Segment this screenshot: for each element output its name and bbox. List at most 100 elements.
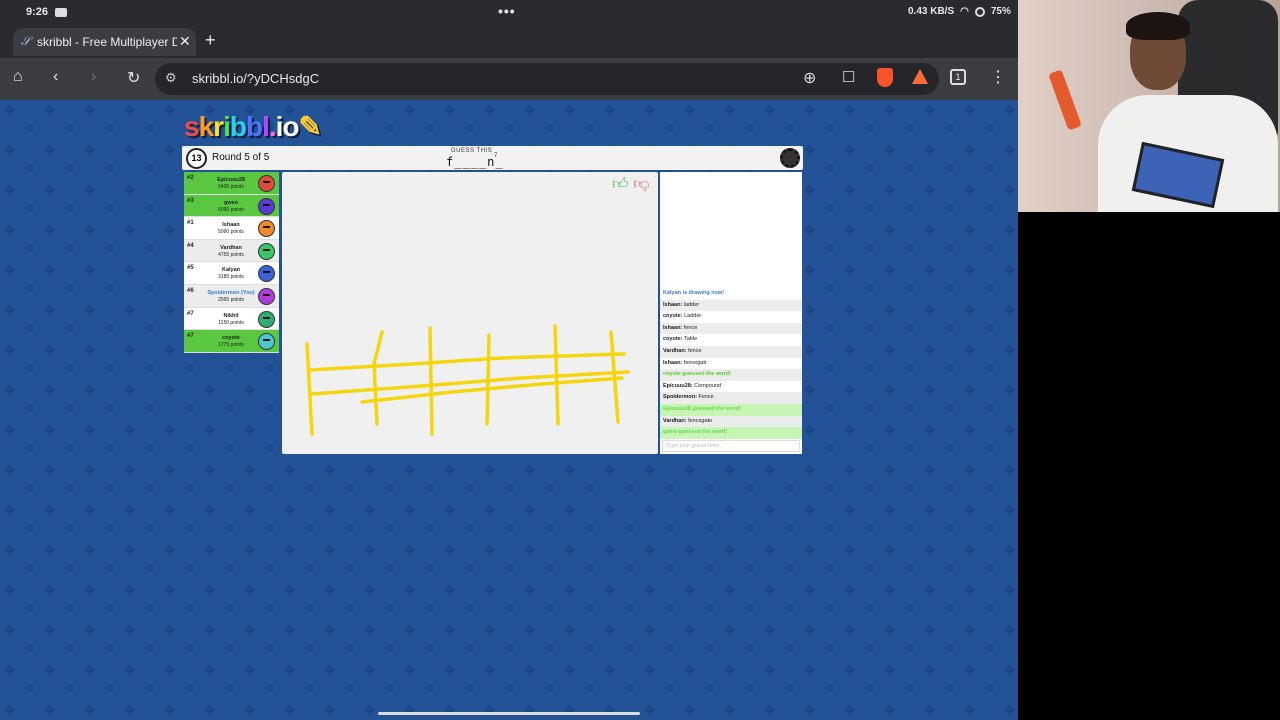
player-avatar [258,265,275,283]
stroke-post-3 [428,326,434,436]
player-points: 5090 points [218,206,244,213]
chat-message: coyote guessed the word! [660,369,802,381]
new-tab-button[interactable]: + [205,30,216,51]
player-rank: #3 [187,197,194,204]
player-row[interactable]: #6 Spoidermon (You) 2595 points [184,284,279,308]
bookmark-icon[interactable]: ☐ [842,68,855,86]
player-row[interactable]: #4 Vardhan 4755 points [184,239,279,263]
settings-gear-icon[interactable] [780,148,800,168]
player-rank: #2 [187,175,194,181]
player-rank: #6 [187,287,194,294]
chat-text: ladder [683,301,700,308]
browser-tab[interactable]: 𝒮 skribbl - Free Multiplayer Dra ✕ [13,28,196,56]
player-row[interactable]: #5 Kalyan 3185 points [184,262,279,285]
player-name: Nikhil [223,312,239,319]
forward-icon[interactable]: › [91,68,96,86]
streamer-hair [1126,12,1190,40]
status-right: 0.43 KB/S ◠ 75% [908,6,1011,17]
youtube-notification-icon [55,8,67,17]
clock-time: 9:26 [26,6,49,18]
player-rank: #4 [187,242,194,249]
player-row[interactable]: #3 gwen 5090 points [184,194,279,218]
back-icon[interactable]: ‹ [53,68,58,86]
chat-text: fencegate [688,417,713,424]
chat-text: Compound [694,382,722,389]
chat-author: Vardhan: [663,347,687,354]
url-text[interactable]: skribbl.io/?yDCHsdgC [192,71,319,86]
home-gesture-bar[interactable] [378,712,640,715]
chat-text: fencegatr [683,359,707,366]
chat-text: Table [684,336,698,343]
player-row[interactable]: #1 Ishaan 5990 points [184,217,279,240]
player-points: 2595 points [218,296,244,303]
chat-message: Epicuuu28 guessed the word! [660,403,802,416]
guess-this-label: GUESS THIS [451,148,493,154]
chat-author: coyote: [663,336,683,343]
chat-text: Ladder [684,313,702,320]
tab-strip: 𝒮 skribbl - Free Multiplayer Dra ✕ + [0,26,1018,58]
brave-shield-icon[interactable] [877,68,893,87]
player-avatar [258,220,275,238]
player-avatar [258,175,275,192]
reload-icon[interactable]: ↻ [127,68,140,88]
player-name: Ishaan [222,222,240,229]
player-avatar [258,333,275,351]
skribbl-favicon-icon: 𝒮 [21,34,31,48]
player-name: coyote [222,335,240,342]
stroke-post-1 [305,342,314,436]
player-avatar [258,287,275,305]
site-settings-icon[interactable]: ⚙ [165,70,177,86]
player-row[interactable]: #7 Nikhil 1150 points [184,307,279,331]
address-bar[interactable]: ⚙ skribbl.io/?yDCHsdgC ⊕ ☐ [155,63,939,95]
player-rank: #1 [187,220,194,227]
thumbs-up-icon[interactable]: 👍︎ [612,176,629,193]
tab-title: skribbl - Free Multiplayer Dra [37,35,177,49]
player-avatar [258,242,275,260]
chat-author: Vardhan: [663,417,687,424]
player-name: gwen [223,199,239,206]
chat-text: Fence [698,394,714,401]
chat-messages: Kalyan is drawing now! Ishaan: ladder coyo… [660,288,802,439]
rating-buttons: 👍︎ 👎︎ [612,175,649,194]
zoom-icon[interactable]: ⊕ [803,68,816,88]
close-tab-icon[interactable]: ✕ [179,33,191,50]
player-points: 5400 points [218,184,244,190]
network-speed: 0.43 KB/S [908,6,955,17]
chat-author: Ishaan: [663,301,683,308]
chat-message: Epicuuu28: Compound [660,381,802,393]
chat-message: coyote: Ladder [660,311,802,323]
player-name: Vardhan [220,244,242,251]
thumbs-down-icon[interactable]: 👎︎ [633,176,649,193]
chat-message: Ishaan: ladder [660,299,802,312]
drawing-canvas[interactable]: 👍︎ 👎︎ [282,172,658,454]
chat-text: Epicuuu28 guessed the word! [663,405,741,412]
player-row[interactable]: #7 coyote 1775 points [184,330,279,353]
player-points: 4755 points [218,251,244,258]
player-points: 1150 points [218,319,244,326]
fence-drawing [305,324,630,436]
guess-input[interactable]: Type your guess here... [662,440,800,452]
player-points: 1775 points [218,342,244,349]
chat-text: fence [688,347,702,354]
chat-text: coyote guessed the word! [663,371,731,378]
chat-author: Ishaan: [663,324,683,331]
timer-clock: 13 [186,148,207,169]
tabs-icon[interactable]: 1 [950,69,966,85]
menu-icon[interactable]: ⋮ [990,67,1006,87]
drawing-strokes [305,324,630,436]
chat-author: Epicuuu28: [663,382,693,389]
home-icon[interactable]: ⌂ [13,68,23,86]
multitask-dots-icon[interactable]: ••• [498,3,516,19]
battery-icon [974,6,985,17]
round-indicator: Round 5 of 5 [212,152,270,163]
tablet-screen: 9:26 ••• 0.43 KB/S ◠ 75% 𝒮 skribbl - Fre… [0,0,1018,720]
player-row[interactable]: #2 Epicuuu28 5400 points [184,172,279,195]
chat-message: coyote: Table [660,334,802,346]
chat-message: Kalyan is drawing now! [660,288,802,300]
chat-message: gwen guessed the word! [660,427,802,439]
skribbl-logo: skribbl.io✎ [184,111,322,142]
player-rank: #7 [187,333,194,340]
stroke-rail-1 [308,352,626,372]
browser-toolbar: ⌂ ‹ › ↻ ⚙ skribbl.io/?yDCHsdgC ⊕ ☐ 1 ⋮ [0,58,1018,100]
brave-rewards-icon[interactable] [912,69,928,84]
